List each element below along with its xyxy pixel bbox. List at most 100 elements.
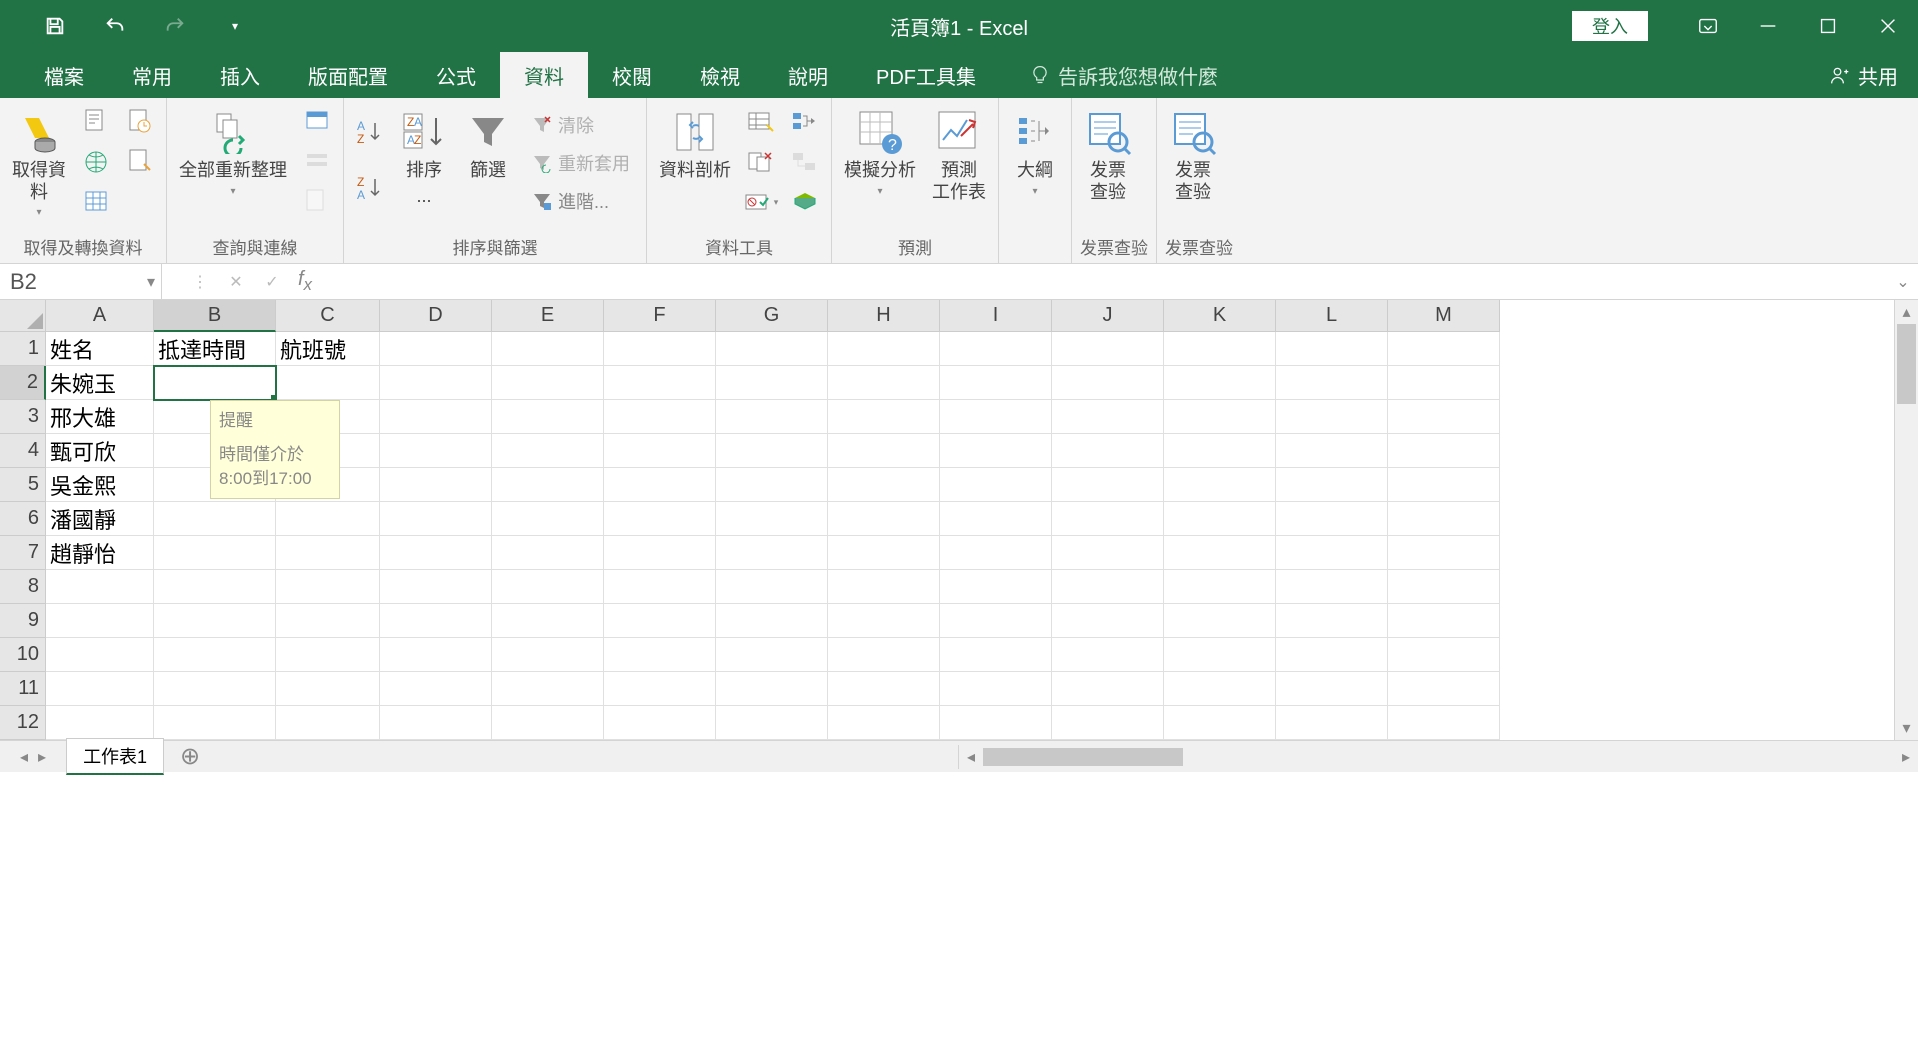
cell-D11[interactable] (380, 672, 492, 706)
cell-L10[interactable] (1276, 638, 1388, 672)
flash-fill-button[interactable] (743, 104, 779, 140)
cell-D3[interactable] (380, 400, 492, 434)
cell-A10[interactable] (46, 638, 154, 672)
row-header-6[interactable]: 6 (0, 502, 46, 536)
cell-D5[interactable] (380, 468, 492, 502)
row-header-12[interactable]: 12 (0, 706, 46, 740)
cell-M4[interactable] (1388, 434, 1500, 468)
row-header-7[interactable]: 7 (0, 536, 46, 570)
cell-K12[interactable] (1164, 706, 1276, 740)
row-header-5[interactable]: 5 (0, 468, 46, 502)
cell-A5[interactable]: 吳金熙 (46, 468, 154, 502)
vertical-scrollbar[interactable]: ▴ ▾ (1894, 300, 1918, 740)
cell-J8[interactable] (1052, 570, 1164, 604)
cell-L6[interactable] (1276, 502, 1388, 536)
cell-D9[interactable] (380, 604, 492, 638)
maximize-button[interactable] (1798, 0, 1858, 52)
cell-A6[interactable]: 潘國靜 (46, 502, 154, 536)
cell-F9[interactable] (604, 604, 716, 638)
cell-B12[interactable] (154, 706, 276, 740)
remove-duplicates-button[interactable] (743, 144, 779, 180)
cell-G1[interactable] (716, 332, 828, 366)
tab-page-layout[interactable]: 版面配置 (284, 52, 412, 98)
cell-L1[interactable] (1276, 332, 1388, 366)
cell-F5[interactable] (604, 468, 716, 502)
from-text-button[interactable] (78, 104, 114, 140)
recent-sources-button[interactable] (122, 104, 158, 140)
edit-links-button[interactable] (299, 184, 335, 220)
cell-C7[interactable] (276, 536, 380, 570)
cell-H12[interactable] (828, 706, 940, 740)
cell-L8[interactable] (1276, 570, 1388, 604)
filter-button[interactable]: 篩選 (460, 104, 516, 186)
cell-M11[interactable] (1388, 672, 1500, 706)
cell-G9[interactable] (716, 604, 828, 638)
cancel-formula-button[interactable]: ✕ (218, 264, 254, 300)
redo-button[interactable] (160, 11, 190, 41)
cell-G11[interactable] (716, 672, 828, 706)
row-header-9[interactable]: 9 (0, 604, 46, 638)
outline-button[interactable]: 大綱 ▾ (1007, 104, 1063, 201)
cell-J12[interactable] (1052, 706, 1164, 740)
col-header-G[interactable]: G (716, 300, 828, 332)
cell-C1[interactable]: 航班號 (276, 332, 380, 366)
tab-data[interactable]: 資料 (500, 52, 588, 98)
cell-L7[interactable] (1276, 536, 1388, 570)
cell-K11[interactable] (1164, 672, 1276, 706)
text-to-columns-button[interactable]: 資料剖析 (655, 104, 735, 186)
cell-H4[interactable] (828, 434, 940, 468)
invoice-check-button-1[interactable]: 发票 查验 (1080, 104, 1136, 207)
cell-I1[interactable] (940, 332, 1052, 366)
row-header-11[interactable]: 11 (0, 672, 46, 706)
col-header-K[interactable]: K (1164, 300, 1276, 332)
add-sheet-button[interactable]: ⊕ (174, 741, 206, 773)
enter-formula-button[interactable]: ✓ (254, 264, 290, 300)
tab-home[interactable]: 常用 (108, 52, 196, 98)
cell-A11[interactable] (46, 672, 154, 706)
cell-I7[interactable] (940, 536, 1052, 570)
cell-H9[interactable] (828, 604, 940, 638)
cell-G12[interactable] (716, 706, 828, 740)
cell-L12[interactable] (1276, 706, 1388, 740)
cell-F4[interactable] (604, 434, 716, 468)
cell-A7[interactable]: 趙靜怡 (46, 536, 154, 570)
cell-A2[interactable]: 朱婉玉 (46, 366, 154, 400)
col-header-M[interactable]: M (1388, 300, 1500, 332)
cell-H11[interactable] (828, 672, 940, 706)
consolidate-button[interactable] (787, 104, 823, 140)
cell-G4[interactable] (716, 434, 828, 468)
cell-I3[interactable] (940, 400, 1052, 434)
cell-G10[interactable] (716, 638, 828, 672)
cell-H8[interactable] (828, 570, 940, 604)
cell-F12[interactable] (604, 706, 716, 740)
cell-C9[interactable] (276, 604, 380, 638)
cell-I2[interactable] (940, 366, 1052, 400)
cell-H1[interactable] (828, 332, 940, 366)
cell-E5[interactable] (492, 468, 604, 502)
cell-I6[interactable] (940, 502, 1052, 536)
cell-I11[interactable] (940, 672, 1052, 706)
cell-D7[interactable] (380, 536, 492, 570)
cell-M8[interactable] (1388, 570, 1500, 604)
cell-H5[interactable] (828, 468, 940, 502)
manage-data-model-button[interactable] (787, 184, 823, 220)
cell-E2[interactable] (492, 366, 604, 400)
queries-button[interactable] (299, 104, 335, 140)
relationships-button[interactable] (787, 144, 823, 180)
cell-C10[interactable] (276, 638, 380, 672)
col-header-E[interactable]: E (492, 300, 604, 332)
cell-E8[interactable] (492, 570, 604, 604)
row-header-4[interactable]: 4 (0, 434, 46, 468)
row-header-8[interactable]: 8 (0, 570, 46, 604)
cell-E1[interactable] (492, 332, 604, 366)
cell-M3[interactable] (1388, 400, 1500, 434)
row-header-1[interactable]: 1 (0, 332, 46, 366)
scroll-up-button[interactable]: ▴ (1895, 300, 1918, 324)
cell-E6[interactable] (492, 502, 604, 536)
cell-K4[interactable] (1164, 434, 1276, 468)
cell-J4[interactable] (1052, 434, 1164, 468)
cell-F8[interactable] (604, 570, 716, 604)
refresh-all-button[interactable]: 全部重新整理 ▾ (175, 104, 291, 201)
cell-K9[interactable] (1164, 604, 1276, 638)
expand-formula-bar[interactable]: ⌄ (1888, 272, 1918, 292)
